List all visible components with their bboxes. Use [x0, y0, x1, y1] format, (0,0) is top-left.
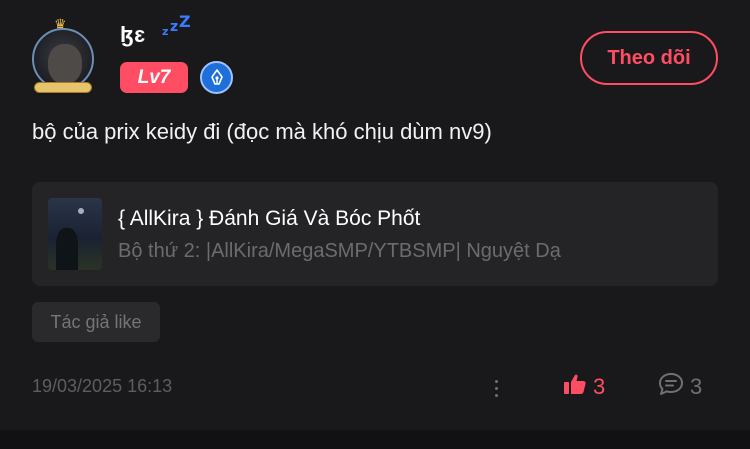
- chat-bubble-icon: [658, 372, 684, 402]
- follow-button[interactable]: Theo dõi: [580, 31, 718, 85]
- story-title: { AllKira } Đánh Giá Và Bóc Phốt: [118, 207, 421, 230]
- like-button[interactable]: 3: [563, 372, 605, 402]
- comment-count: 3: [690, 374, 703, 399]
- username[interactable]: ɮɛ: [120, 22, 146, 48]
- divider: [0, 430, 750, 449]
- timestamp: 19/03/2025 16:13: [32, 376, 173, 396]
- avatar-image: [32, 28, 94, 90]
- like-count: 3: [593, 374, 606, 399]
- story-subtitle: Bộ thứ 2: |AllKira/MegaSMP/YTBSMP| Nguyệ…: [118, 240, 561, 262]
- linked-story-card[interactable]: { AllKira } Đánh Giá Và Bóc Phốt Bộ thứ …: [32, 182, 718, 286]
- story-cover-image: [48, 198, 102, 270]
- more-options-icon[interactable]: [486, 374, 506, 402]
- author-liked-tag: Tác giả like: [32, 302, 160, 342]
- avatar-face: [48, 44, 82, 84]
- level-badge: Lv7: [120, 62, 188, 93]
- pen-nib-icon: [200, 61, 233, 94]
- thumbs-up-icon: [563, 373, 587, 401]
- comment-text: bộ của prix keidy đi (đọc mà khó chịu dù…: [32, 119, 492, 144]
- avatar-frame-tag: [34, 82, 92, 93]
- reply-button[interactable]: 3: [658, 372, 702, 402]
- avatar[interactable]: ♛: [28, 16, 100, 96]
